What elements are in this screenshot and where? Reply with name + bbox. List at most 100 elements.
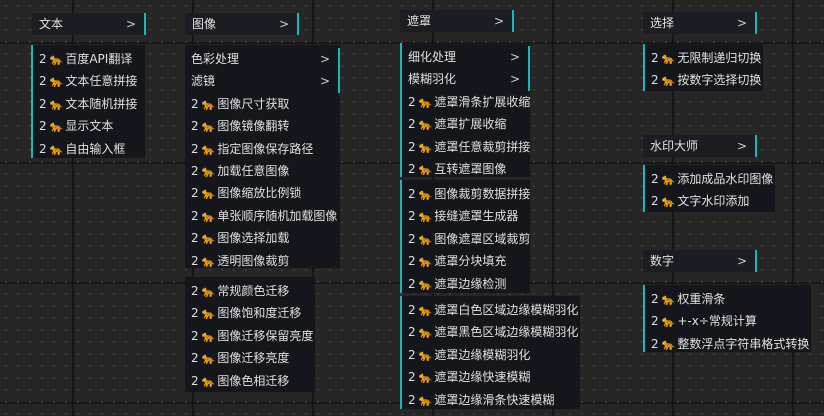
item-label: 文字水印添加 — [677, 194, 750, 209]
item-label: 图像选择加载 — [217, 231, 290, 246]
menu-item[interactable]: 2 🐆 遮罩黑色区域边缘模糊羽化 — [402, 321, 580, 343]
menu-item[interactable]: 2 🐆 添加成品水印图像 — [645, 168, 775, 190]
leopard-icon: 🐆 — [49, 53, 64, 66]
item-count: 2 — [408, 303, 416, 317]
select-menu-header[interactable]: 选择 > — [643, 12, 757, 34]
menu-item[interactable]: 2 🐆 遮罩边缘快速模糊 — [402, 366, 580, 388]
leopard-icon: 🐆 — [49, 120, 64, 134]
menu-item[interactable]: 2 🐆 无限制递归切换 — [645, 47, 763, 69]
item-label: 指定图像保存路径 — [217, 141, 314, 156]
item-count: 2 — [651, 73, 659, 88]
leopard-icon: 🐆 — [661, 195, 676, 209]
image-menu-header[interactable]: 图像 > — [185, 13, 299, 35]
leopard-icon: 🐆 — [201, 142, 216, 156]
mask-blur-submenu-panel: 2 🐆 遮罩白色区域边缘模糊羽化 2 🐆 遮罩黑色区域边缘模糊羽化 2 🐆 遮罩边缘模糊羽化 2 🐆… — [400, 296, 580, 409]
menu-item[interactable]: 2 🐆 遮罩扩展收缩 — [402, 113, 530, 135]
watermark-menu-header[interactable]: 水印大师 > — [643, 135, 757, 157]
image-color-submenu-panel: 2 🐆 常规颜色迁移 2 🐆 图像饱和度迁移 2 🐆 图像迁移保留亮度 2 🐆 图像迁移亮度 2 🐆 图像色… — [185, 277, 315, 392]
submenu-item[interactable]: 细化处理 > — [402, 46, 530, 69]
menu-item[interactable]: 2 🐆 遮罩边缘模糊羽化 — [402, 344, 580, 366]
item-count: 2 — [191, 284, 199, 298]
menu-item[interactable]: 2 🐆 遮罩白色区域边缘模糊羽化 — [402, 299, 580, 321]
menu-item[interactable]: 2 🐆 图像遮罩区域裁剪 — [402, 228, 530, 250]
menu-item[interactable]: 2 🐆 遮罩任意裁剪拼接 — [402, 136, 530, 158]
menu-item[interactable]: 2 🐆 遮罩边缘检测 — [402, 273, 530, 295]
image-menu-title: 图像 — [192, 17, 217, 31]
menu-item[interactable]: 2 🐆 图像镜像翻转 — [185, 115, 340, 137]
item-label: 文本任意拼接 — [65, 74, 138, 89]
menu-item[interactable]: 2 🐆 遮罩滑条扩展收缩 — [402, 91, 530, 113]
text-menu-header[interactable]: 文本 > — [32, 13, 146, 35]
menu-item[interactable]: 2 🐆 显示文本 — [33, 115, 145, 137]
leopard-icon: 🐆 — [661, 293, 676, 306]
item-count: 2 — [191, 306, 199, 321]
leopard-icon: 🐆 — [201, 120, 216, 134]
submenu-item[interactable]: 滤镜 > — [185, 70, 340, 93]
leopard-icon: 🐆 — [661, 173, 676, 186]
item-label: 图像遮罩区域裁剪 — [434, 231, 530, 246]
item-count: 2 — [191, 163, 199, 178]
item-count: 2 — [39, 119, 47, 134]
leopard-icon: 🐆 — [201, 374, 216, 388]
chevron-right-icon: > — [736, 139, 747, 153]
item-label: 添加成品水印图像 — [677, 172, 774, 186]
item-count: 2 — [39, 96, 47, 111]
leopard-icon: 🐆 — [201, 352, 216, 366]
chevron-right-icon: > — [125, 17, 136, 31]
item-count: 2 — [651, 314, 659, 329]
item-label: 遮罩边缘滑条快速模糊 — [434, 392, 555, 407]
item-label: 无限制递归切换 — [677, 51, 762, 65]
menu-item[interactable]: 2 🐆 百度API翻译 — [33, 48, 145, 70]
menu-item[interactable]: 2 🐆 遮罩分块填充 — [402, 250, 530, 272]
item-count: 2 — [651, 51, 659, 65]
menu-item[interactable]: 2 🐆 加载任意图像 — [185, 160, 340, 182]
menu-item[interactable]: 2 🐆 指定图像保存路径 — [185, 138, 340, 160]
leopard-icon: 🐆 — [418, 232, 433, 246]
menu-item[interactable]: 2 🐆 图像选择加载 — [185, 227, 340, 249]
item-label: +-x÷常规计算 — [677, 314, 757, 329]
menu-item[interactable]: 2 🐆 图像饱和度迁移 — [185, 302, 315, 324]
submenu-item[interactable]: 色彩处理 > — [185, 48, 340, 71]
menu-item[interactable]: 2 🐆 自由输入框 — [33, 138, 145, 160]
menu-item[interactable]: 2 🐆 遮罩边缘滑条快速模糊 — [402, 389, 580, 411]
menu-item[interactable]: 2 🐆 图像迁移保留亮度 — [185, 325, 315, 347]
menu-item[interactable]: 2 🐆 图像缩放比例锁 — [185, 182, 340, 204]
menu-item[interactable]: 2 🐆 文本任意拼接 — [33, 70, 145, 92]
item-count: 2 — [408, 209, 416, 224]
menu-item[interactable]: 2 🐆 按数字选择切换 — [645, 69, 763, 91]
item-count: 2 — [408, 276, 416, 291]
item-count: 2 — [651, 336, 659, 351]
menu-item[interactable]: 2 🐆 常规颜色迁移 — [185, 280, 315, 302]
watermark-menu-title: 水印大师 — [650, 139, 699, 153]
menu-item[interactable]: 2 🐆 互转遮罩图像 — [402, 158, 530, 180]
item-count: 2 — [408, 254, 416, 269]
leopard-icon: 🐆 — [418, 371, 433, 385]
menu-item[interactable]: 2 🐆 文字水印添加 — [645, 190, 775, 212]
item-count: 2 — [408, 370, 416, 385]
menu-item[interactable]: 2 🐆 图像迁移亮度 — [185, 347, 315, 369]
menu-item[interactable]: 2 🐆 图像色相迁移 — [185, 370, 315, 392]
menu-item[interactable]: 2 🐆 权重滑条 — [645, 288, 811, 310]
menu-item[interactable]: 2 🐆 图像裁剪数据拼接 — [402, 183, 530, 205]
leopard-icon: 🐆 — [201, 97, 216, 111]
chevron-right-icon: > — [493, 14, 504, 28]
number-menu-header[interactable]: 数字 > — [643, 250, 757, 272]
menu-item[interactable]: 2 🐆 整数浮点字符串格式转换 — [645, 333, 811, 355]
submenu-item[interactable]: 模糊羽化 > — [402, 68, 530, 91]
menu-item[interactable]: 2 🐆 图像尺寸获取 — [185, 93, 340, 115]
mask-menu-header[interactable]: 遮罩 > — [400, 10, 514, 32]
item-count: 2 — [651, 292, 659, 306]
item-count: 2 — [39, 74, 47, 89]
leopard-icon: 🐆 — [418, 393, 433, 407]
item-count: 2 — [191, 373, 199, 388]
item-label: 图像尺寸获取 — [217, 96, 290, 111]
menu-item[interactable]: 2 🐆 透明图像裁剪 — [185, 250, 340, 272]
item-count: 2 — [408, 325, 416, 340]
item-label: 加载任意图像 — [217, 163, 290, 178]
menu-item[interactable]: 2 🐆 文本随机拼接 — [33, 93, 145, 115]
text-menu-title: 文本 — [39, 17, 64, 31]
menu-item[interactable]: 2 🐆 +-x÷常规计算 — [645, 310, 811, 332]
menu-item[interactable]: 2 🐆 单张顺序随机加载图像 — [185, 205, 340, 227]
menu-item[interactable]: 2 🐆 接缝遮罩生成器 — [402, 205, 530, 227]
item-count: 2 — [191, 208, 199, 223]
